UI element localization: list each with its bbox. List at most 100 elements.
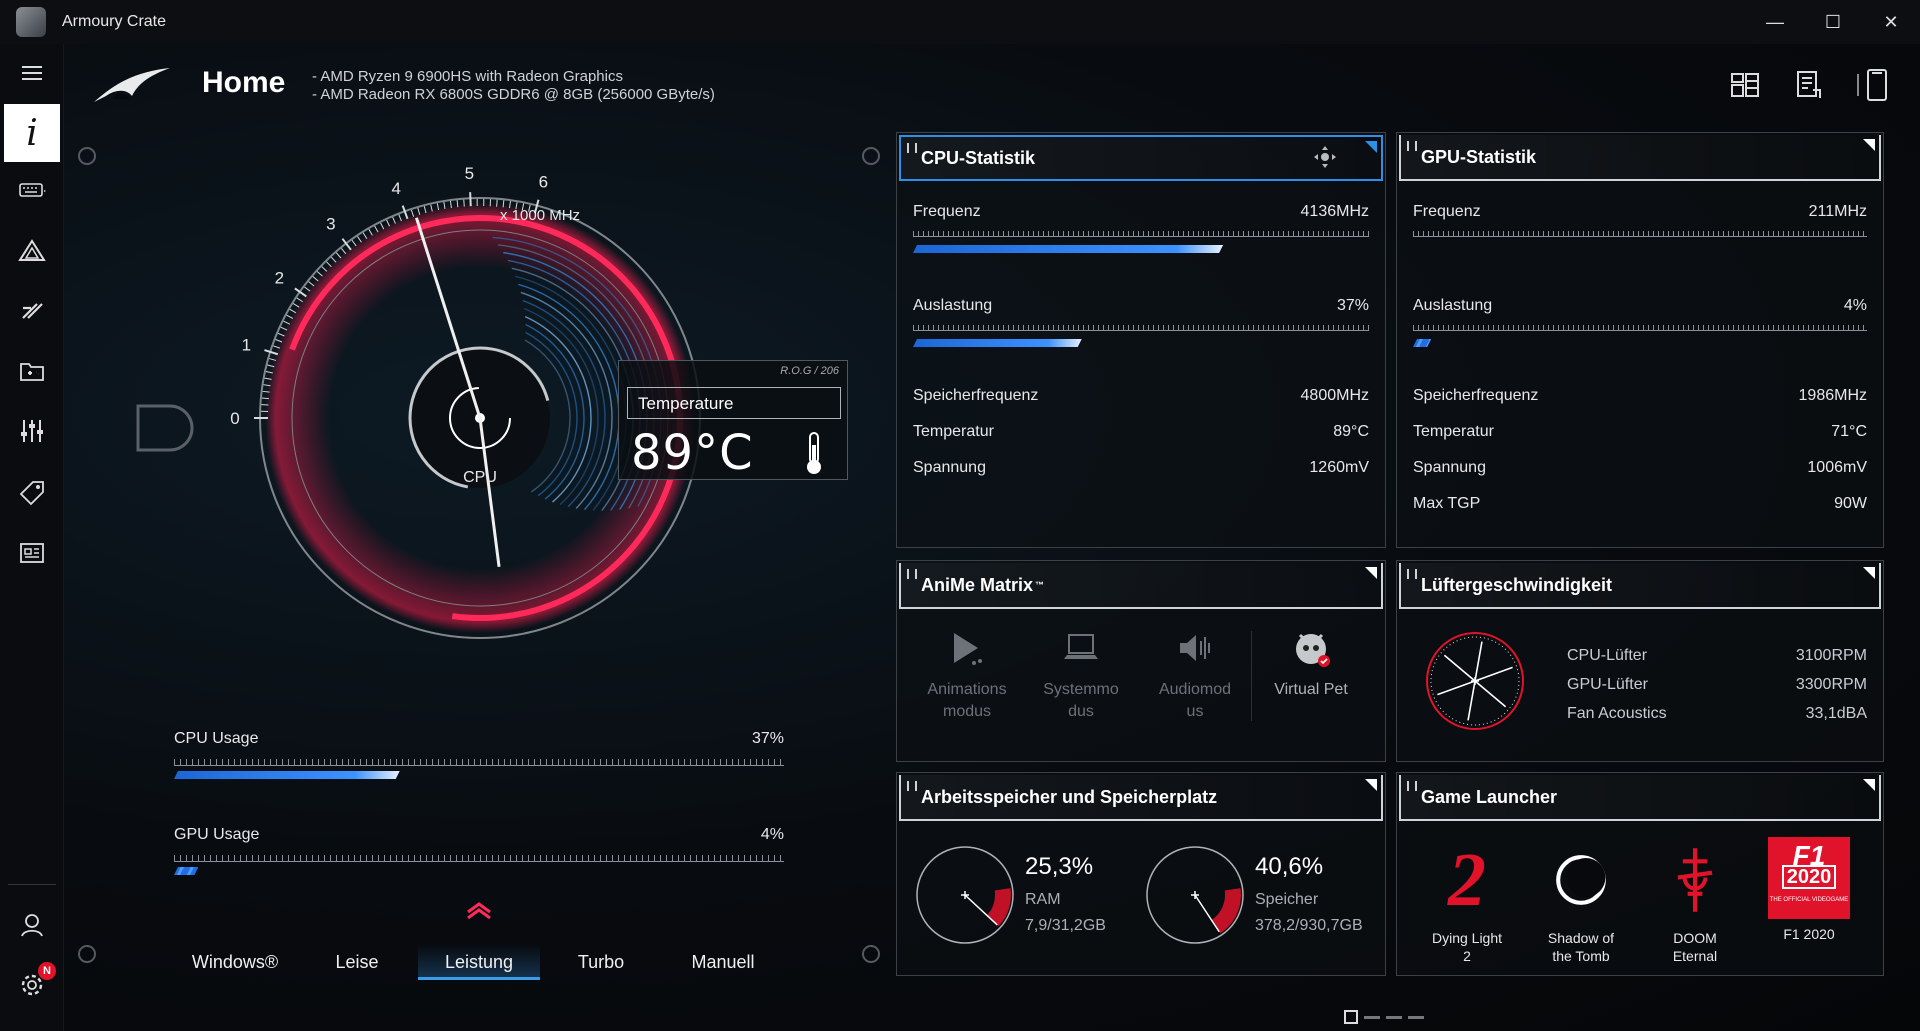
memory-storage-panel[interactable]: Arbeitsspeicher und Speicherplatz 25,3% … [896,772,1386,976]
cpu-usage-bar [174,771,400,779]
gpu-tgp-value: 90W [1834,495,1867,512]
device-panel-icon[interactable] [1856,68,1890,102]
gpu-usage-scale [174,852,784,862]
sidebar-item-news[interactable] [4,528,60,578]
fan-acoustics-value: 33,1dBA [1805,705,1867,722]
anime-item-label: Virtual Pet [1274,681,1348,698]
fan-blade [1467,680,1476,721]
laptop-icon [1064,634,1098,659]
anime-tm: ™ [1035,580,1045,590]
mode-leise[interactable]: Leise [296,944,418,980]
sidebar-item-settings[interactable]: N [4,960,60,1010]
left-bracket-shape [136,404,194,452]
report-icon[interactable] [1792,68,1826,102]
page-dot[interactable] [1386,1015,1402,1019]
mode-turbo[interactable]: Turbo [540,944,662,980]
gauge-tick [469,192,472,207]
ram-info: 25,3% RAM 7,9/31,2GB [1025,853,1106,935]
header-toolbar [1728,68,1890,102]
speaker-icon [1180,635,1210,661]
active-mode-chevron-icon [467,902,491,920]
cpu-usage-label: CPU Usage [174,730,259,747]
gpu-usage-bar [174,867,198,875]
anime-system-mode[interactable]: Systemmo dus [1031,621,1131,723]
gauge-cpu-label: CPU [463,469,497,486]
game-dying-light-2[interactable]: 2 Dying Light 2 [1419,837,1515,965]
sidebar-item-device[interactable] [4,166,60,216]
mode-manuell[interactable]: Manuell [662,944,784,980]
ram-value: 7,9/31,2GB [1025,917,1106,934]
gauge-tick-label: 0 [230,409,239,428]
page-dot-active[interactable] [1344,1010,1358,1024]
cpu-temp-label: Temperatur [913,423,994,440]
f1-2020-icon: F1 2020 THE OFFICIAL VIDEOGAME [1768,837,1850,919]
sidebar-item-deals[interactable] [4,468,60,518]
mode-leistung[interactable]: Leistung [418,944,540,980]
gauge-tick-label: 4 [391,179,400,198]
mode-windows[interactable]: Windows® [174,944,296,980]
layout-grid-icon[interactable] [1728,68,1762,102]
storage-info: 40,6% Speicher 378,2/930,7GB [1255,853,1363,935]
close-button[interactable]: ✕ [1862,0,1920,44]
sidebar-item-gamelibrary[interactable] [4,346,60,396]
spec-gpu: - AMD Radeon RX 6800S GDDR6 @ 8GB (25600… [312,86,715,103]
fan-blade [1474,680,1507,708]
fan-blade [1437,680,1476,696]
game-doom-eternal[interactable]: DOOM Eternal [1647,837,1743,965]
anime-animation-mode[interactable]: Animations modus [917,621,1017,723]
move-icon[interactable] [1313,145,1337,169]
maximize-button[interactable]: ☐ [1804,0,1862,44]
notification-badge: N [38,962,56,980]
minimize-button[interactable]: — [1746,0,1804,44]
gauge-tick-label: 1 [242,335,251,354]
thermometer-icon [807,432,821,474]
page-indicator[interactable] [1344,1010,1424,1024]
gpu-freq-label: Frequenz [1413,203,1481,220]
anime-divider [1251,631,1252,721]
game-title-2: the Tomb [1552,948,1610,964]
cpu-stats-panel[interactable]: CPU-Statistik Frequenz 4136MHz Auslastung… [896,132,1386,548]
gpu-volt-value: 1006mV [1807,459,1867,476]
game-f1-2020[interactable]: F1 2020 THE OFFICIAL VIDEOGAME F1 2020 [1761,837,1857,943]
virtual-pet-icon [1296,633,1330,667]
cpu-volt-value: 1260mV [1309,459,1369,476]
game-folder-icon [20,363,44,381]
anime-item-label: Systemmo [1043,681,1119,698]
cpu-fan-value: 3100RPM [1795,647,1867,664]
anime-item-label-2: dus [1068,703,1094,720]
storage-percent: 40,6% [1255,853,1324,880]
corner-marker [78,945,96,963]
sidebar-item-gamevisual[interactable] [4,286,60,336]
sidebar-item-aura[interactable] [4,226,60,276]
dying-light-2-glyph: 2 [1448,838,1486,922]
gpu-usage-label: GPU Usage [174,826,260,843]
game-shadow-of-the-tomb[interactable]: Shadow of the Tomb [1533,837,1629,965]
sidebar-item-home[interactable]: i [4,104,60,162]
page-dot[interactable] [1408,1015,1424,1019]
fan-speed-panel[interactable]: Lüftergeschwindigkeit CPU-Lüfter 3100RPM … [1396,560,1884,762]
dying-light-2-icon: 2 [1424,837,1510,923]
page-dot[interactable] [1364,1015,1380,1019]
gauge-tick [261,397,269,400]
sidebar-item-user[interactable] [4,900,60,950]
anime-item-label-2: modus [942,703,992,720]
operating-mode-selector: Windows® Leise Leistung Turbo Manuell [174,944,784,980]
menu-icon[interactable] [4,48,60,98]
gpu-usage-value: 4% [760,826,784,843]
play-icon [954,633,982,665]
cpu-memfreq-value: 4800MHz [1300,387,1369,404]
cpu-usage-value: 37% [751,730,784,747]
gpu-stats-panel[interactable]: GPU-Statistik Frequenz 211MHz Auslastung 4… [1396,132,1884,548]
fan-acoustics-label: Fan Acoustics [1567,705,1667,722]
anime-audio-mode[interactable]: Audiomod us [1145,621,1245,723]
storage-dial [1146,846,1244,944]
anime-matrix-panel[interactable]: AniMe Matrix ™ Animations modus Systemmo du… [896,560,1386,762]
temperature-code: R.O.G / 206 [780,365,839,377]
gauge-tick [496,199,498,207]
anime-virtual-pet[interactable]: Virtual Pet [1261,621,1361,701]
ram-label: RAM [1025,891,1061,908]
sidebar-item-tuning[interactable] [4,406,60,456]
game-launcher-panel[interactable]: Game Launcher 2 Dying Light 2 Shadow of th… [1396,772,1884,976]
fan-dial-icon [1426,632,1524,730]
fan-blade [1474,666,1513,682]
